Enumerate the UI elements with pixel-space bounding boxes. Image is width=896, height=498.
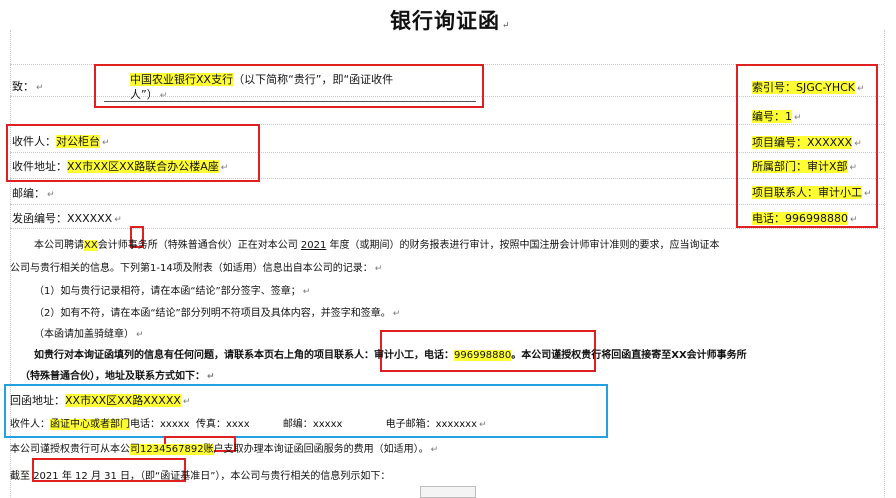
to-label: 致： ↵: [12, 80, 44, 93]
contact-phone[interactable]: 电话：996998880 ↵: [752, 210, 858, 226]
cutoff-date-line: 截至 2021 年 12 月 31 日，（即“函证基准日”），本公司与贵行相关的…: [10, 471, 391, 482]
instruction-item-3: （本函请加盖骑缝章） ↵: [34, 329, 144, 340]
index-no[interactable]: 索引号：SJGC-YHCK ↵: [752, 79, 865, 95]
serial-no[interactable]: 编号：1 ↵: [752, 108, 802, 124]
address-row[interactable]: 收件地址：XX市XX区XX路联合办公楼A座 ↵: [12, 158, 228, 174]
instruction-item-2: （2）如有不符，请在本函“结论”部分列明不符项目及具体内容，并签字和签章。 ↵: [34, 308, 401, 319]
letter-no-row[interactable]: 发函编号：XXXXXX ↵: [12, 210, 122, 226]
reply-address-row[interactable]: 回函地址：XX市XX区XX路XXXXX ↵: [10, 392, 190, 408]
intro-paragraph-line1: 本公司聘请XX会计师事务所（特殊普通合伙）正在对本公司 2021 年度（或期间）…: [34, 240, 720, 251]
document-title: 银行询证函 ↵: [390, 8, 511, 33]
scroll-handle[interactable]: [420, 486, 476, 498]
to-bank-line2[interactable]: 人”） ↵: [130, 86, 167, 102]
instruction-item-1: （1）如与贵行记录相符，请在本函“结论”部分签字、签章； ↵: [34, 286, 311, 297]
to-bank-line1[interactable]: 中国农业银行XX支行（以下简称“贵行”，即“函证收件: [130, 71, 393, 87]
underline: [104, 101, 476, 102]
contact-paragraph-line2: （特殊普通合伙），地址及联系方式如下： ↵: [20, 371, 215, 382]
recipient-row[interactable]: 收件人：对公柜台 ↵: [12, 133, 110, 149]
department[interactable]: 所属部门：审计X部 ↵: [752, 158, 857, 174]
project-no[interactable]: 项目编号：XXXXXX ↵: [752, 134, 862, 150]
grid-line: [884, 30, 885, 498]
reply-contact-row[interactable]: 收件人：函证中心或者部门电话：xxxxx 传真：xxxx 邮编：xxxxx 电子…: [10, 415, 487, 430]
contact-paragraph-line1: 如贵行对本询证函填列的信息有任何问题，请联系本页右上角的项目联系人：审计小工，电…: [34, 350, 747, 361]
postcode-row[interactable]: 邮编： ↵: [12, 185, 55, 201]
authorization-line: 本公司谨授权贵行可从本公司1234567892账户支取办理本询证函回函服务的费用…: [10, 444, 439, 455]
project-contact[interactable]: 项目联系人：审计小工 ↵: [752, 184, 872, 200]
intro-paragraph-line2: 公司与贵行相关的信息。下列第1-14项及附表（如适用）信息出自本公司的记录： ↵: [10, 263, 383, 274]
